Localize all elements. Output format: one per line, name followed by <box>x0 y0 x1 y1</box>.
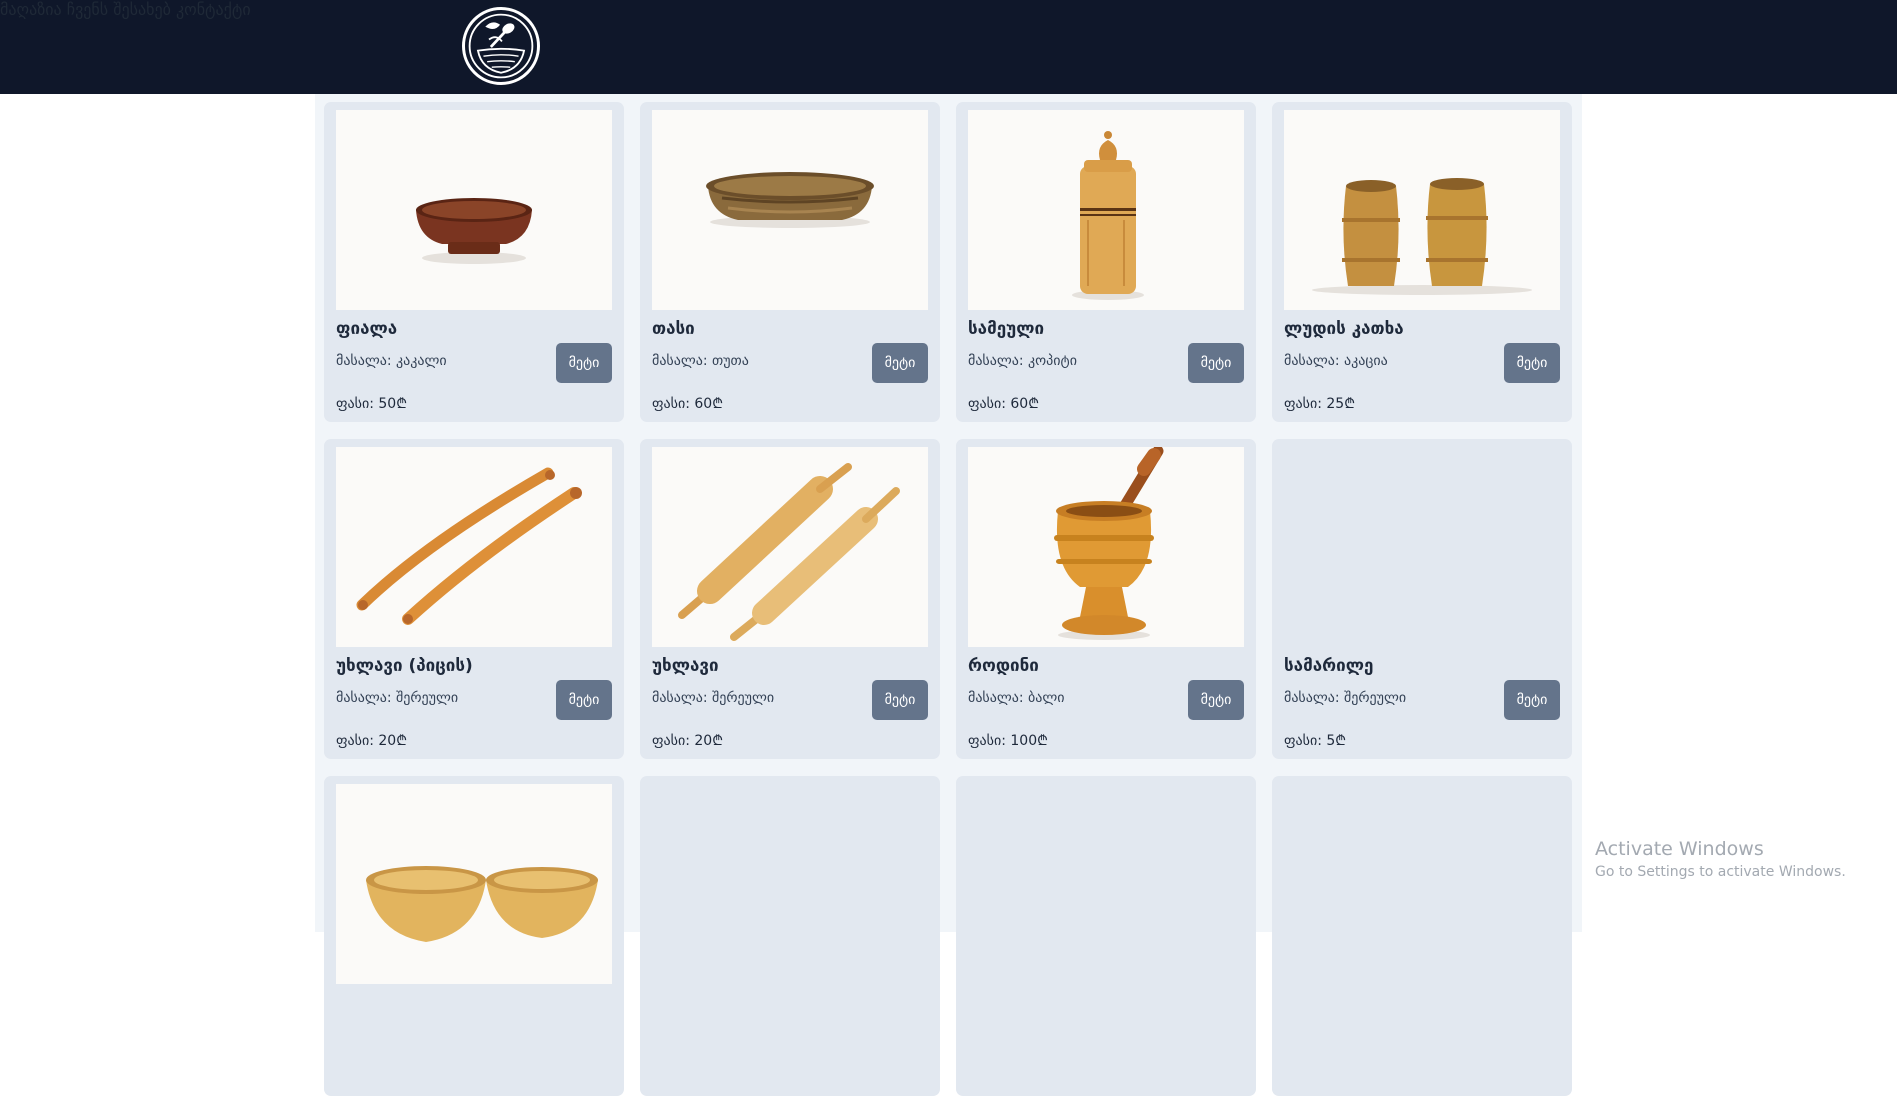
product-card <box>1272 776 1572 1096</box>
pizza-rolling-pins-image[interactable] <box>336 447 612 647</box>
woodturning-logo-icon[interactable] <box>462 7 540 85</box>
nav-about-link[interactable]: ჩვენს შესახებ <box>67 0 171 19</box>
product-image-placeholder[interactable] <box>652 784 928 984</box>
product-price: ფასი: 100₾ <box>968 733 1048 749</box>
product-material: მასალა: შერეული <box>336 690 459 706</box>
product-name: თასი <box>652 319 695 339</box>
product-price: ფასი: 60₾ <box>968 396 1039 412</box>
beer-mugs-image[interactable] <box>1284 110 1560 310</box>
product-card: როდინი მასალა: ბალი მეტი ფასი: 100₾ <box>956 439 1256 759</box>
mortar-and-pestle-image[interactable] <box>968 447 1244 647</box>
activate-windows-watermark: Activate Windows Go to Settings to activ… <box>1595 838 1846 880</box>
product-material: მასალა: შერეული <box>652 690 775 706</box>
product-image-placeholder[interactable] <box>968 784 1244 984</box>
product-name: უხლავი (პიცის) <box>336 656 473 676</box>
more-button[interactable]: მეტი <box>556 343 612 383</box>
product-image-placeholder[interactable] <box>1284 784 1560 984</box>
product-price: ფასი: 20₾ <box>652 733 723 749</box>
product-card: ფიალა მასალა: კაკალი მეტი ფასი: 50₾ <box>324 102 624 422</box>
product-price: ფასი: 20₾ <box>336 733 407 749</box>
product-card: უხლავი მასალა: შერეული მეტი ფასი: 20₾ <box>640 439 940 759</box>
product-image-placeholder[interactable] <box>1284 447 1560 647</box>
more-button[interactable]: მეტი <box>872 343 928 383</box>
product-material: მასალა: კაკალი <box>336 353 447 369</box>
lidded-jar-image[interactable] <box>968 110 1244 310</box>
product-card: თასი მასალა: თუთა მეტი ფასი: 60₾ <box>640 102 940 422</box>
product-name: ფიალა <box>336 319 398 339</box>
product-material: მასალა: შერეული <box>1284 690 1407 706</box>
more-button[interactable]: მეტი <box>872 680 928 720</box>
watermark-subtitle: Go to Settings to activate Windows. <box>1595 864 1846 880</box>
wide-mulberry-bowl-image[interactable] <box>652 110 928 310</box>
product-name: უხლავი <box>652 656 719 676</box>
site-header: მაღაზია ჩვენს შესახებ კონტაქტი <box>0 0 1897 94</box>
product-card: უხლავი (პიცის) მასალა: შერეული მეტი ფასი… <box>324 439 624 759</box>
product-material: მასალა: თუთა <box>652 353 749 369</box>
product-card: ლუდის კათხა მასალა: აკაცია მეტი ფასი: 25… <box>1272 102 1572 422</box>
product-price: ფასი: 25₾ <box>1284 396 1355 412</box>
product-price: ფასი: 60₾ <box>652 396 723 412</box>
product-card <box>640 776 940 1096</box>
product-card: სამარილე მასალა: შერეული მეტი ფასი: 5₾ <box>1272 439 1572 759</box>
product-price: ფასი: 5₾ <box>1284 733 1347 749</box>
product-card <box>324 776 624 1096</box>
nav-contact-link[interactable]: კონტაქტი <box>176 0 251 19</box>
product-name: სამარილე <box>1284 656 1374 676</box>
more-button[interactable]: მეტი <box>1504 343 1560 383</box>
rolling-pins-with-handles-image[interactable] <box>652 447 928 647</box>
product-name: ლუდის კათხა <box>1284 319 1404 339</box>
nav-shop-link[interactable]: მაღაზია <box>0 0 62 19</box>
product-material: მასალა: აკაცია <box>1284 353 1388 369</box>
more-button[interactable]: მეტი <box>1504 680 1560 720</box>
more-button[interactable]: მეტი <box>1188 343 1244 383</box>
product-name: როდინი <box>968 656 1039 676</box>
more-button[interactable]: მეტი <box>556 680 612 720</box>
product-material: მასალა: ბალი <box>968 690 1065 706</box>
watermark-title: Activate Windows <box>1595 838 1764 860</box>
product-material: მასალა: კოპიტი <box>968 353 1077 369</box>
product-name: სამეული <box>968 319 1045 339</box>
product-card: სამეული მასალა: კოპიტი მეტი ფასი: 60₾ <box>956 102 1256 422</box>
more-button[interactable]: მეტი <box>1188 680 1244 720</box>
product-grid: ფიალა მასალა: კაკალი მეტი ფასი: 50₾ თასი… <box>324 102 1574 1096</box>
product-card <box>956 776 1256 1096</box>
two-bowls-image[interactable] <box>336 784 612 984</box>
dark-walnut-bowl-image[interactable] <box>336 110 612 310</box>
product-price: ფასი: 50₾ <box>336 396 407 412</box>
